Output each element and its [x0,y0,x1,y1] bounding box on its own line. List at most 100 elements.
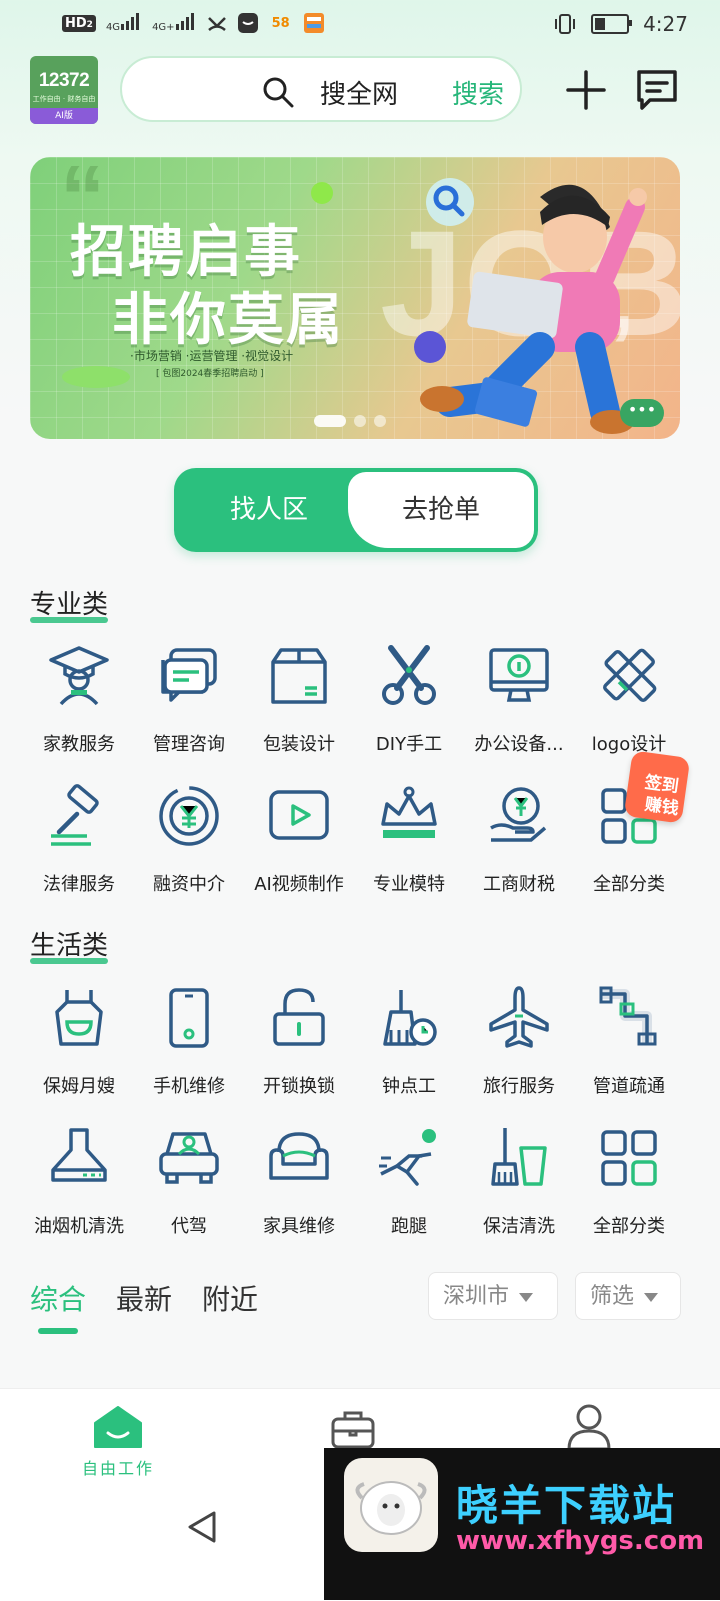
banner-pagination[interactable] [314,415,386,427]
hd-badge: HD2 [62,14,96,32]
category-professional-model[interactable]: 专业模特 [354,784,464,924]
filter-dropdown[interactable]: 筛选 [575,1272,681,1320]
category-diy-crafts[interactable]: DIY手工 [354,644,464,784]
pipe-icon [599,986,657,1046]
category-legal-services[interactable]: 法律服务 [24,784,134,924]
unlock-icon [273,988,325,1046]
grid-icon [601,1130,657,1186]
message-icon[interactable] [634,68,678,112]
user-profile-icon[interactable] [566,1403,612,1451]
city-dropdown[interactable]: 深圳市 [428,1272,558,1320]
category-label: 融资中介 [153,874,225,895]
logo-ai-tag: AI版 [30,108,98,124]
category-label: 旅行服务 [483,1076,555,1097]
search-icon [263,77,294,108]
promo-banner[interactable]: JOB “ ” 招聘启事 非你莫属 ·市场营销 ·运营管理 ·视觉设计 [ 包图… [30,157,680,439]
yuan-coin-icon [159,786,219,846]
monitor-icon [489,648,549,702]
pencil-ruler-icon [603,648,657,702]
sheep-logo-icon [344,1458,438,1552]
app-notification2-icon [303,13,324,33]
banner-more-button[interactable]: ••• [620,399,664,427]
tab-latest[interactable]: 最新 [116,1278,172,1318]
category-label: 保洁清洗 [483,1216,555,1237]
graduate-icon [49,646,109,706]
sign-in-earn-widget[interactable]: 签到 赚钱 [618,740,692,826]
category-label: 钟点工 [382,1076,436,1097]
category-label: 保姆月嫂 [43,1076,115,1097]
app-logo[interactable]: 12372 工作自由 · 财务自由 AI版 [30,56,98,124]
category-hourly-worker[interactable]: 钟点工 [354,986,464,1126]
category-locksmith[interactable]: 开锁换锁 [244,986,354,1126]
search-button[interactable]: 搜索 [452,74,504,111]
briefcase-icon[interactable] [330,1407,376,1451]
city-value: 深圳市 [443,1284,510,1309]
nav-home[interactable]: 自由工作 [80,1405,156,1479]
section-title-professional: 专业类 [30,584,109,623]
category-label: 跑腿 [391,1216,427,1237]
category-label: 家教服务 [43,734,115,755]
scissors-icon [382,645,436,705]
runner-icon [379,1129,436,1186]
category-errand[interactable]: 跑腿 [354,1126,464,1266]
category-packaging-design[interactable]: 包装设计 [244,644,354,784]
battery-icon [591,14,633,34]
category-label: AI视频制作 [254,874,344,895]
category-label: 专业模特 [373,874,445,895]
category-nanny[interactable]: 保姆月嫂 [24,986,134,1126]
category-travel[interactable]: 旅行服务 [464,986,574,1126]
toggle-grab-orders[interactable]: 去抢单 [348,472,534,548]
search-input[interactable]: 搜全网 [320,74,398,111]
life-category-grid: 保姆月嫂 手机维修 开锁换锁 钟点工 旅行服务 管道疏通 油烟机清洗 代驾 家具… [24,986,696,1266]
toggle-find-people[interactable]: 找人区 [174,468,364,552]
category-tutoring[interactable]: 家教服务 [24,644,134,784]
active-tab-indicator [38,1328,78,1334]
tab-comprehensive[interactable]: 综合 [30,1278,86,1318]
category-designated-driver[interactable]: 代驾 [134,1126,244,1266]
tab-nearby[interactable]: 附近 [202,1278,258,1318]
category-pipe-dredging[interactable]: 管道疏通 [574,986,684,1126]
system-back-icon[interactable] [186,1510,218,1544]
category-label: 开锁换锁 [263,1076,335,1097]
status-bar: HD2 4G 4G+ 58 4:27 [0,0,720,48]
category-cleaning[interactable]: 保洁清洗 [464,1126,574,1266]
plus-icon[interactable] [564,68,608,112]
watermark-url: www.xfhygs.com [456,1526,705,1556]
missed-call-icon [207,17,226,31]
banner-dot[interactable] [354,415,366,427]
sofa-icon [269,1132,329,1180]
gavel-icon [51,784,99,846]
category-label: 管道疏通 [593,1076,665,1097]
category-ai-video[interactable]: AI视频制作 [244,784,354,924]
mode-toggle[interactable]: 找人区 去抢单 [174,468,538,552]
category-label: 管理咨询 [153,734,225,755]
app-notification-icon [237,13,258,33]
banner-dot[interactable] [314,415,346,427]
broom-clock-icon [383,990,437,1046]
money-hand-icon [490,787,547,842]
caret-down-icon [644,1292,659,1302]
crown-icon [381,786,437,838]
category-range-hood-cleaning[interactable]: 油烟机清洗 [24,1126,134,1266]
category-business-tax[interactable]: 工商财税 [464,784,574,924]
category-phone-repair[interactable]: 手机维修 [134,986,244,1126]
category-all-life[interactable]: 全部分类 [574,1126,684,1266]
filter-label: 筛选 [590,1284,635,1309]
phone-icon [169,988,209,1048]
signal-4g-icon: 4G [106,12,142,34]
search-bar[interactable]: 搜全网 搜索 [120,56,522,122]
vibrate-icon [555,14,576,34]
watermark-name: 晓羊下载站 [456,1481,677,1530]
logo-slogan: 工作自由 · 财务自由 [32,95,96,103]
banner-dot[interactable] [374,415,386,427]
banner-note: [ 包图2024春季招聘启动 ] [156,369,264,379]
category-financing-agent[interactable]: 融资中介 [134,784,244,924]
category-office-equipment[interactable]: 办公设备... [464,644,574,784]
range-hood-icon [51,1128,107,1182]
category-management-consulting[interactable]: 管理咨询 [134,644,244,784]
category-furniture-repair[interactable]: 家具维修 [244,1126,354,1266]
clock: 4:27 [643,12,688,36]
plane-icon [489,986,549,1048]
logo-number: 12372 [38,70,90,91]
nav-home-label: 自由工作 [81,1459,154,1478]
